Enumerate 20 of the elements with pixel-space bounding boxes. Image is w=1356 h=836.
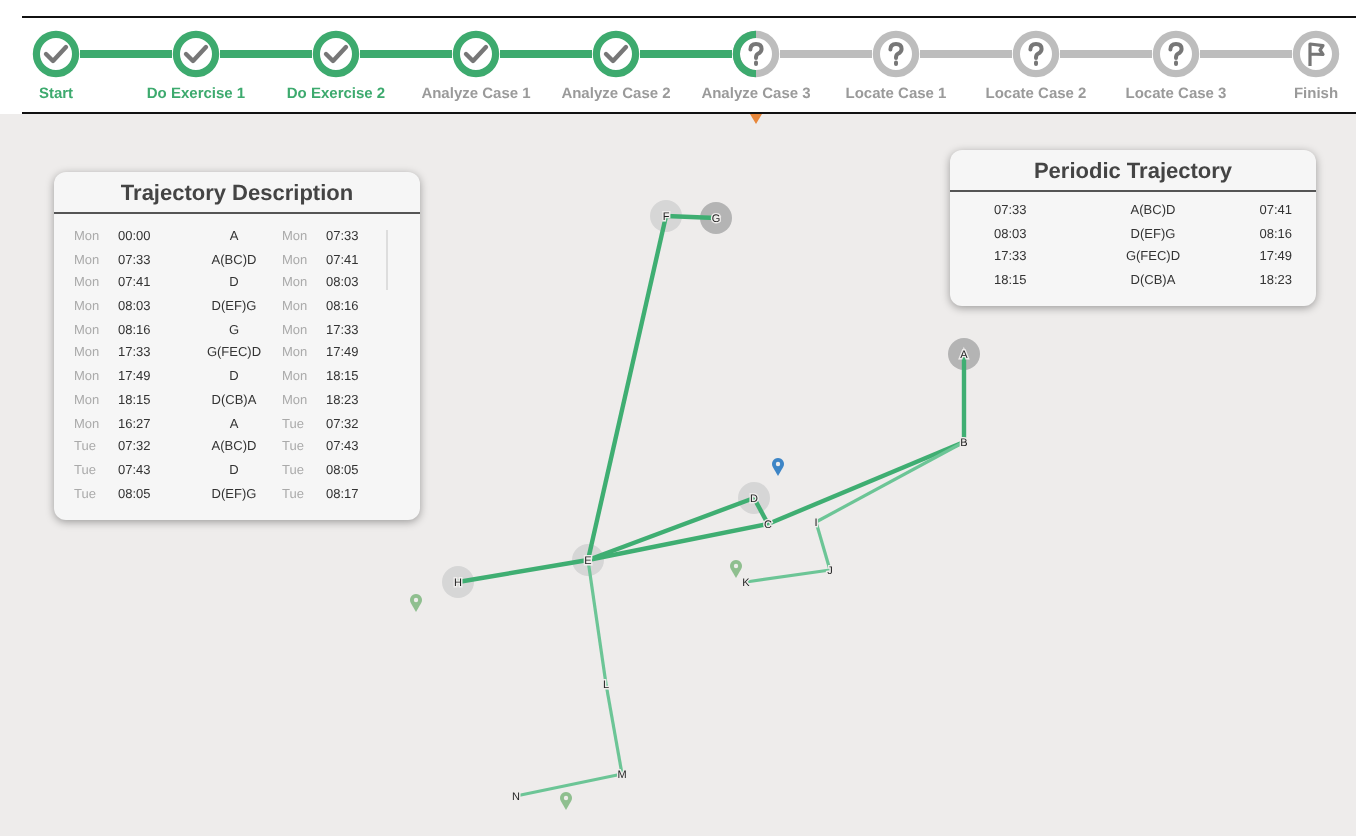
panel-title: Periodic Trajectory — [950, 150, 1316, 192]
question-icon[interactable] — [1152, 30, 1200, 78]
panel-title: Trajectory Description — [54, 172, 420, 214]
node-halo[interactable] — [700, 202, 732, 234]
check-icon[interactable] — [172, 30, 220, 78]
node-halo[interactable] — [738, 482, 770, 514]
check-icon[interactable] — [32, 30, 80, 78]
node-halo[interactable] — [442, 566, 474, 598]
node-halo[interactable] — [572, 544, 604, 576]
question-icon[interactable] — [872, 30, 920, 78]
check-icon[interactable] — [592, 30, 640, 78]
check-icon[interactable] — [452, 30, 500, 78]
flag-icon[interactable] — [1292, 30, 1340, 78]
node-halo[interactable] — [650, 200, 682, 232]
check-icon[interactable] — [312, 30, 360, 78]
map-pin-icon[interactable] — [772, 458, 784, 476]
question-icon[interactable] — [1012, 30, 1060, 78]
current-step-marker-icon — [750, 114, 762, 124]
node-halo[interactable] — [948, 338, 980, 370]
question-icon[interactable] — [732, 30, 780, 78]
